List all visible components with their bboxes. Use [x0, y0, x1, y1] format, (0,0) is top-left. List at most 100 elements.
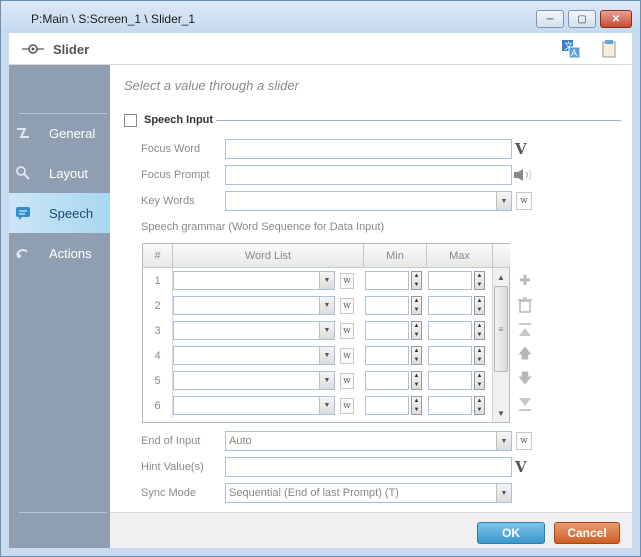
min-input[interactable] — [365, 296, 409, 315]
sidebar-item-speech[interactable]: Speech — [9, 193, 110, 233]
chevron-down-icon[interactable]: ▼ — [319, 297, 334, 314]
hint-value-input[interactable] — [225, 457, 512, 477]
actions-icon — [16, 249, 28, 258]
max-stepper[interactable]: ▲ ▼ — [474, 321, 485, 340]
max-stepper[interactable]: ▲ ▼ — [474, 296, 485, 315]
chevron-down-icon[interactable]: ▼ — [319, 397, 334, 414]
scrollbar-thumb[interactable]: ≡ — [494, 286, 508, 372]
word-button[interactable]: w — [340, 323, 354, 339]
section-title: Speech Input — [144, 114, 214, 126]
word-list-dropdown[interactable]: ▼ — [173, 271, 335, 290]
row-number: 6 — [143, 393, 173, 418]
min-stepper[interactable]: ▲ ▼ — [411, 271, 422, 290]
sidebar-item-actions[interactable]: Actions — [9, 233, 110, 273]
speech-input-section: Speech Input — [124, 112, 624, 128]
minimize-button[interactable]: ─ — [536, 10, 564, 28]
chevron-down-icon[interactable]: ▼ — [496, 192, 511, 210]
chevron-down-icon[interactable]: ▼ — [319, 322, 334, 339]
word-button[interactable]: w — [516, 192, 532, 210]
min-input[interactable] — [365, 346, 409, 365]
notes-icon[interactable] — [599, 39, 619, 59]
word-list-dropdown[interactable]: ▼ — [173, 371, 335, 390]
max-input[interactable] — [428, 371, 472, 390]
min-input[interactable] — [365, 271, 409, 290]
key-words-dropdown[interactable]: ▼ — [225, 191, 512, 211]
max-input[interactable] — [428, 346, 472, 365]
max-stepper[interactable]: ▲ ▼ — [474, 371, 485, 390]
delete-row-icon[interactable] — [517, 297, 533, 313]
maximize-button[interactable]: ▢ — [568, 10, 596, 28]
column-header: # — [143, 244, 173, 268]
ok-button[interactable]: OK — [477, 522, 545, 544]
sidebar-divider — [19, 512, 107, 513]
grid-scrollbar[interactable]: ▲ ≡ ▼ — [492, 268, 509, 422]
column-header-filler — [493, 244, 510, 268]
word-button[interactable]: w — [340, 273, 354, 289]
add-row-icon[interactable]: ✚ — [517, 272, 533, 288]
scroll-down-icon[interactable]: ▼ — [493, 405, 509, 421]
chevron-down-icon[interactable]: ▼ — [319, 347, 334, 364]
column-header: Max — [427, 244, 493, 268]
scroll-up-icon[interactable]: ▲ — [493, 269, 509, 285]
sidebar-item-general[interactable]: General — [9, 113, 110, 153]
min-input[interactable] — [365, 321, 409, 340]
close-button[interactable]: ✕ — [600, 10, 632, 28]
min-stepper[interactable]: ▲ ▼ — [411, 346, 422, 365]
row-number: 4 — [143, 343, 173, 368]
max-stepper[interactable]: ▲ ▼ — [474, 271, 485, 290]
max-stepper[interactable]: ▲ ▼ — [474, 396, 485, 415]
variable-button[interactable]: V — [515, 140, 527, 158]
variable-button[interactable]: V — [515, 458, 527, 476]
max-stepper[interactable]: ▲ ▼ — [474, 346, 485, 365]
end-of-input-value: Auto — [229, 435, 252, 447]
sidebar-item-label: Layout — [49, 166, 89, 181]
min-input[interactable] — [365, 371, 409, 390]
title-bar: P:Main \ S:Screen_1 \ Slider_1 ─ ▢ ✕ — [1, 1, 640, 33]
page-subtitle: Select a value through a slider — [124, 78, 299, 93]
max-input[interactable] — [428, 396, 472, 415]
move-up-icon[interactable]: 🡅 — [517, 345, 533, 363]
min-stepper[interactable]: ▲ ▼ — [411, 296, 422, 315]
min-stepper[interactable]: ▲ ▼ — [411, 396, 422, 415]
word-button[interactable]: w — [516, 432, 532, 450]
focus-prompt-input[interactable] — [225, 165, 512, 185]
move-down-icon[interactable]: 🡇 — [517, 370, 533, 388]
word-button[interactable]: w — [340, 373, 354, 389]
word-button[interactable]: w — [340, 398, 354, 414]
move-bottom-icon[interactable] — [517, 396, 533, 412]
word-list-dropdown[interactable]: ▼ — [173, 346, 335, 365]
cancel-button[interactable]: Cancel — [554, 522, 620, 544]
min-stepper[interactable]: ▲ ▼ — [411, 321, 422, 340]
max-input[interactable] — [428, 321, 472, 340]
end-of-input-dropdown[interactable]: Auto ▼ — [225, 431, 512, 451]
speaker-icon[interactable] — [513, 168, 535, 182]
row-number: 5 — [143, 368, 173, 393]
word-list-dropdown[interactable]: ▼ — [173, 396, 335, 415]
sidebar-item-layout[interactable]: Layout — [9, 153, 110, 193]
slider-icon — [22, 44, 44, 54]
sidebar: General Layout Speech Actions — [9, 65, 110, 548]
sync-mode-value: Sequential (End of last Prompt) (T) — [229, 487, 399, 499]
dialog-footer: OK Cancel — [110, 512, 632, 548]
move-top-icon[interactable] — [517, 322, 533, 338]
speech-input-checkbox[interactable] — [124, 114, 137, 127]
chevron-down-icon[interactable]: ▼ — [319, 372, 334, 389]
table-row: 1 ▼ w ▲ ▼ ▲ ▼ — [143, 268, 493, 293]
min-input[interactable] — [365, 396, 409, 415]
sync-mode-dropdown[interactable]: Sequential (End of last Prompt) (T) ▼ — [225, 483, 512, 503]
max-input[interactable] — [428, 296, 472, 315]
word-list-dropdown[interactable]: ▼ — [173, 321, 335, 340]
chevron-down-icon[interactable]: ▼ — [319, 272, 334, 289]
word-button[interactable]: w — [340, 348, 354, 364]
word-sequence-grid: # Word List Min Max 1 ▼ w ▲ ▼ ▲ ▼ 2 ▼ w ▲ ▼ — [142, 243, 510, 423]
chevron-down-icon[interactable]: ▼ — [496, 432, 511, 450]
max-input[interactable] — [428, 271, 472, 290]
focus-word-input[interactable] — [225, 139, 512, 159]
chevron-down-icon[interactable]: ▼ — [496, 484, 511, 502]
translate-icon[interactable]: 文 A — [561, 39, 581, 59]
word-list-dropdown[interactable]: ▼ — [173, 296, 335, 315]
end-of-input-label: End of Input — [141, 435, 201, 447]
dialog-header: Slider 文 A — [9, 33, 632, 65]
word-button[interactable]: w — [340, 298, 354, 314]
min-stepper[interactable]: ▲ ▼ — [411, 371, 422, 390]
